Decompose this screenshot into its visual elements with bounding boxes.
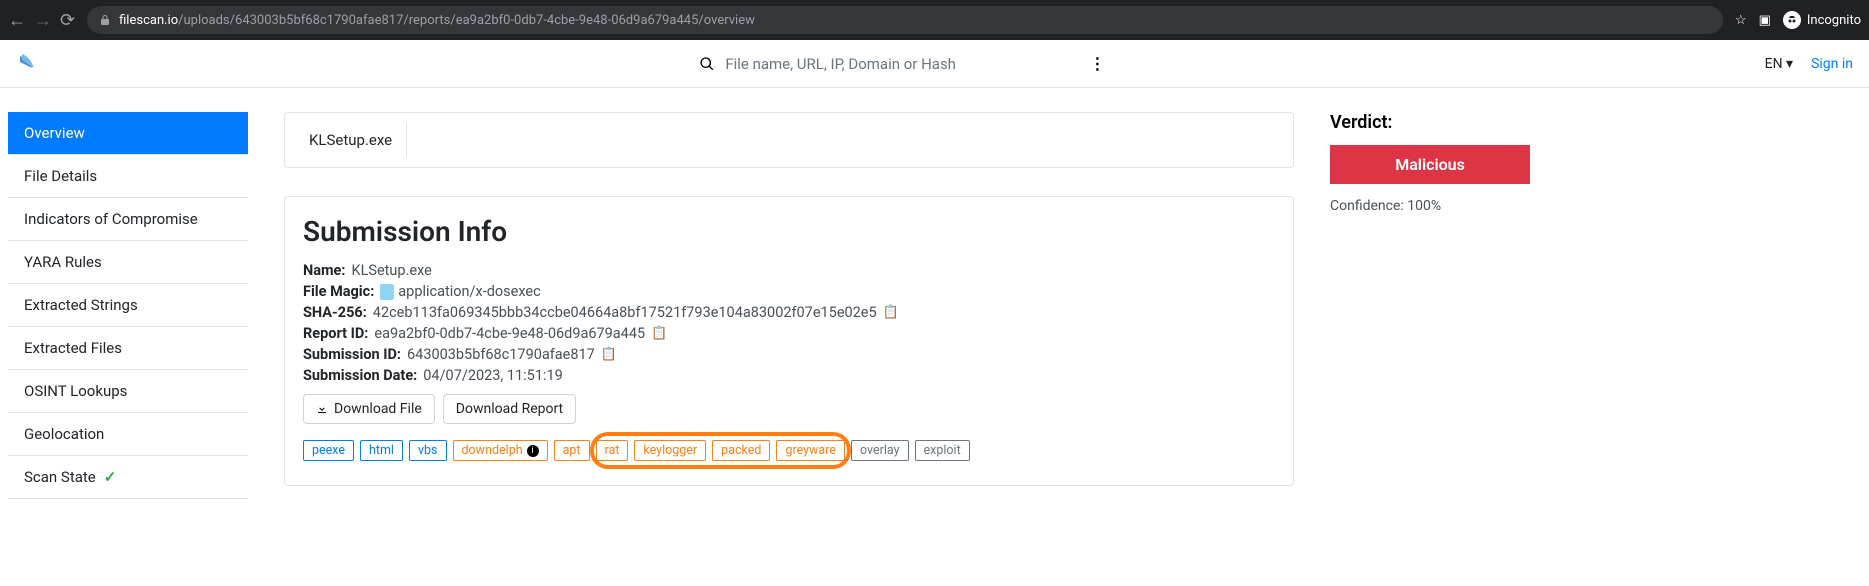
sidebar-item-osint-lookups[interactable]: OSINT Lookups (8, 370, 248, 413)
sidebar-item-geolocation[interactable]: Geolocation (8, 413, 248, 456)
sidebar-item-scan-state[interactable]: Scan State ✓ (8, 456, 248, 499)
search-menu-icon[interactable]: ⋮ (1089, 54, 1105, 73)
sidebar-item-label: YARA Rules (24, 253, 102, 271)
download-icon (316, 403, 328, 415)
check-icon: ✓ (104, 468, 117, 486)
tag-exploit[interactable]: exploit (915, 440, 970, 461)
report-id-value: ea9a2bf0-0db7-4cbe-9e48-06d9a679a445 (374, 325, 645, 342)
sha-label: SHA-256: (303, 304, 367, 321)
tag-rat[interactable]: rat (596, 440, 629, 461)
file-tab[interactable]: KLSetup.exe (295, 123, 407, 157)
back-button[interactable]: ← (8, 10, 26, 31)
forward-button[interactable]: → (34, 10, 52, 31)
download-report-button[interactable]: Download Report (443, 394, 576, 424)
tag-html[interactable]: html (360, 440, 403, 461)
name-value: KLSetup.exe (351, 262, 431, 279)
browser-chrome: ← → ⟳ filescan.io/uploads/643003b5bf68c1… (0, 0, 1869, 40)
report-id-label: Report ID: (303, 325, 368, 342)
copy-icon[interactable]: 📋 (651, 326, 667, 341)
tag-greyware[interactable]: greyware (776, 440, 845, 461)
filescan-logo[interactable] (16, 52, 40, 76)
tag-vbs[interactable]: vbs (409, 440, 447, 461)
confidence-text: Confidence: 100% (1330, 198, 1530, 214)
submission-info-card: Submission Info Name: KLSetup.exe File Ma… (284, 196, 1294, 486)
sidebar-item-label: Geolocation (24, 425, 104, 443)
info-icon: i (527, 445, 539, 457)
sidebar-item-file-details[interactable]: File Details (8, 155, 248, 198)
app-header: ⋮ EN ▾ Sign in (0, 40, 1869, 88)
sidebar-item-label: File Details (24, 167, 97, 185)
reload-button[interactable]: ⟳ (60, 10, 75, 31)
download-file-button[interactable]: Download File (303, 394, 435, 424)
sidebar-item-indicators-of-compromise[interactable]: Indicators of Compromise (8, 198, 248, 241)
sidebar-item-label: Scan State (24, 468, 96, 486)
tag-keylogger[interactable]: keylogger (634, 440, 706, 461)
verdict-value: Malicious (1330, 145, 1530, 184)
sidebar-item-yara-rules[interactable]: YARA Rules (8, 241, 248, 284)
sidebar: Overview File Details Indicators of Compro… (8, 112, 248, 499)
sidebar-item-extracted-strings[interactable]: Extracted Strings (8, 284, 248, 327)
submission-heading: Submission Info (303, 215, 1275, 248)
tag-peexe[interactable]: peexe (303, 440, 354, 461)
file-type-icon (380, 284, 394, 300)
sidebar-item-label: Indicators of Compromise (24, 210, 198, 228)
address-bar[interactable]: filescan.io/uploads/643003b5bf68c1790afa… (87, 6, 1723, 34)
name-label: Name: (303, 262, 345, 279)
extension-icon[interactable]: ▣ (1759, 13, 1771, 28)
lock-icon (99, 14, 111, 26)
incognito-badge: Incognito (1783, 11, 1861, 29)
date-value: 04/07/2023, 11:51:19 (423, 367, 563, 384)
signin-link[interactable]: Sign in (1811, 56, 1853, 72)
search-icon (699, 56, 715, 72)
verdict-heading: Verdict: (1330, 112, 1530, 133)
url-text: filescan.io/uploads/643003b5bf68c1790afa… (119, 13, 755, 28)
tag-overlay[interactable]: overlay (851, 440, 909, 461)
star-icon[interactable]: ☆ (1735, 13, 1747, 28)
tag-packed[interactable]: packed (712, 440, 770, 461)
sidebar-item-label: Extracted Files (24, 339, 122, 357)
magic-value: application/x-dosexec (398, 283, 540, 300)
sha-value: 42ceb113fa069345bbb34ccbe04664a8bf17521f… (373, 304, 877, 321)
sidebar-item-label: OSINT Lookups (24, 382, 127, 400)
submission-id-value: 643003b5bf68c1790afae817 (407, 346, 595, 363)
date-label: Submission Date: (303, 367, 417, 384)
verdict-panel: Verdict: Malicious Confidence: 100% (1330, 112, 1530, 214)
copy-icon[interactable]: 📋 (601, 347, 617, 362)
tags-row: peexe htmlvbs downdelph i aptratkeylogger pa… (303, 440, 1275, 461)
sidebar-item-label: Overview (24, 124, 85, 142)
sidebar-item-extracted-files[interactable]: Extracted Files (8, 327, 248, 370)
magic-label: File Magic: (303, 283, 374, 300)
sidebar-item-label: Extracted Strings (24, 296, 138, 314)
submission-id-label: Submission ID: (303, 346, 401, 363)
copy-icon[interactable]: 📋 (883, 305, 899, 320)
search-input[interactable] (725, 55, 1059, 73)
language-selector[interactable]: EN ▾ (1765, 56, 1793, 72)
tag-downdelph[interactable]: downdelph i (453, 440, 548, 461)
file-tabs-card: KLSetup.exe (284, 112, 1294, 168)
tag-apt[interactable]: apt (554, 440, 590, 461)
sidebar-item-overview[interactable]: Overview (8, 112, 248, 155)
